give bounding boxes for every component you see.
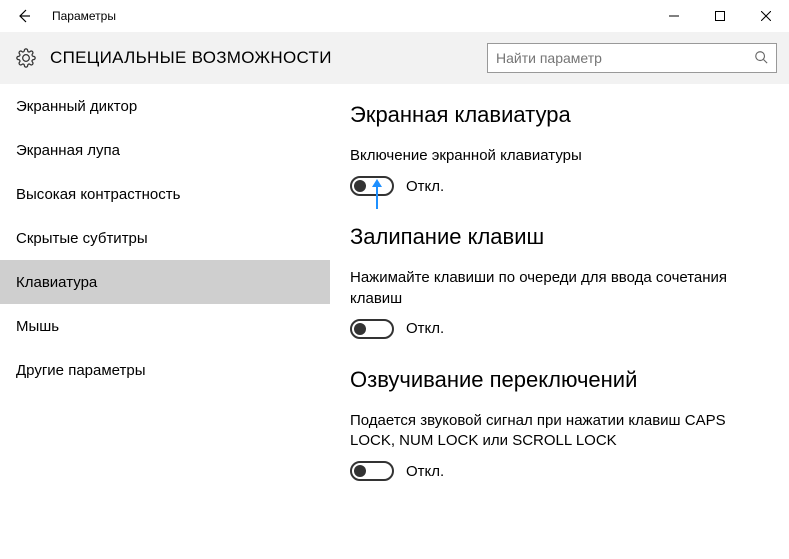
content: Экранная клавиатура Включение экранной к…	[330, 84, 789, 559]
toggle-knob	[354, 180, 366, 192]
sidebar-item-other[interactable]: Другие параметры	[0, 348, 330, 392]
section-onscreen-keyboard: Экранная клавиатура Включение экранной к…	[350, 102, 769, 196]
settings-icon	[12, 44, 40, 72]
sidebar-item-high-contrast[interactable]: Высокая контрастность	[0, 172, 330, 216]
option-label: Включение экранной клавиатуры	[350, 146, 769, 166]
section-title: Залипание клавиш	[350, 224, 769, 250]
annotation-arrow-icon	[370, 179, 384, 212]
sidebar-item-label: Клавиатура	[16, 274, 97, 291]
minimize-icon	[669, 11, 679, 21]
sidebar-item-narrator[interactable]: Экранный диктор	[0, 84, 330, 128]
close-icon	[761, 11, 771, 21]
sidebar-item-label: Экранная лупа	[16, 142, 120, 159]
sidebar-item-label: Скрытые субтитры	[16, 230, 148, 247]
search-box[interactable]	[487, 43, 777, 73]
toggle-knob	[354, 323, 366, 335]
maximize-button[interactable]	[697, 0, 743, 32]
page-heading: СПЕЦИАЛЬНЫЕ ВОЗМОЖНОСТИ	[50, 48, 487, 68]
close-button[interactable]	[743, 0, 789, 32]
section-title: Озвучивание переключений	[350, 367, 769, 393]
sidebar-item-label: Другие параметры	[16, 362, 146, 379]
section-toggle-keys: Озвучивание переключений Подается звуков…	[350, 367, 769, 482]
toggle-keys-toggle[interactable]	[350, 461, 394, 481]
sidebar-item-magnifier[interactable]: Экранная лупа	[0, 128, 330, 172]
toggle-knob	[354, 465, 366, 477]
toggle-row: Откл.	[350, 319, 769, 339]
sidebar-item-mouse[interactable]: Мышь	[0, 304, 330, 348]
toggle-state-label: Откл.	[406, 463, 444, 480]
toggle-row: Откл.	[350, 176, 769, 196]
sidebar-item-label: Экранный диктор	[16, 98, 137, 115]
search-input[interactable]	[496, 50, 754, 66]
sticky-keys-toggle[interactable]	[350, 319, 394, 339]
header: СПЕЦИАЛЬНЫЕ ВОЗМОЖНОСТИ	[0, 32, 789, 84]
toggle-state-label: Откл.	[406, 178, 444, 195]
titlebar: Параметры	[0, 0, 789, 32]
search-icon[interactable]	[754, 50, 768, 67]
maximize-icon	[715, 11, 725, 21]
minimize-button[interactable]	[651, 0, 697, 32]
toggle-state-label: Откл.	[406, 320, 444, 337]
section-sticky-keys: Залипание клавиш Нажимайте клавиши по оч…	[350, 224, 769, 339]
body: Экранный диктор Экранная лупа Высокая ко…	[0, 84, 789, 559]
sidebar-item-label: Мышь	[16, 318, 59, 335]
sidebar: Экранный диктор Экранная лупа Высокая ко…	[0, 84, 330, 559]
back-button[interactable]	[0, 0, 48, 32]
sidebar-item-closed-captions[interactable]: Скрытые субтитры	[0, 216, 330, 260]
window-title: Параметры	[48, 9, 651, 23]
window-controls	[651, 0, 789, 32]
toggle-row: Откл.	[350, 461, 769, 481]
arrow-left-icon	[16, 8, 32, 24]
sidebar-item-keyboard[interactable]: Клавиатура	[0, 260, 330, 304]
option-label: Нажимайте клавиши по очереди для ввода с…	[350, 268, 769, 309]
option-label: Подается звуковой сигнал при нажатии кла…	[350, 411, 769, 452]
section-title: Экранная клавиатура	[350, 102, 769, 128]
sidebar-item-label: Высокая контрастность	[16, 186, 180, 203]
